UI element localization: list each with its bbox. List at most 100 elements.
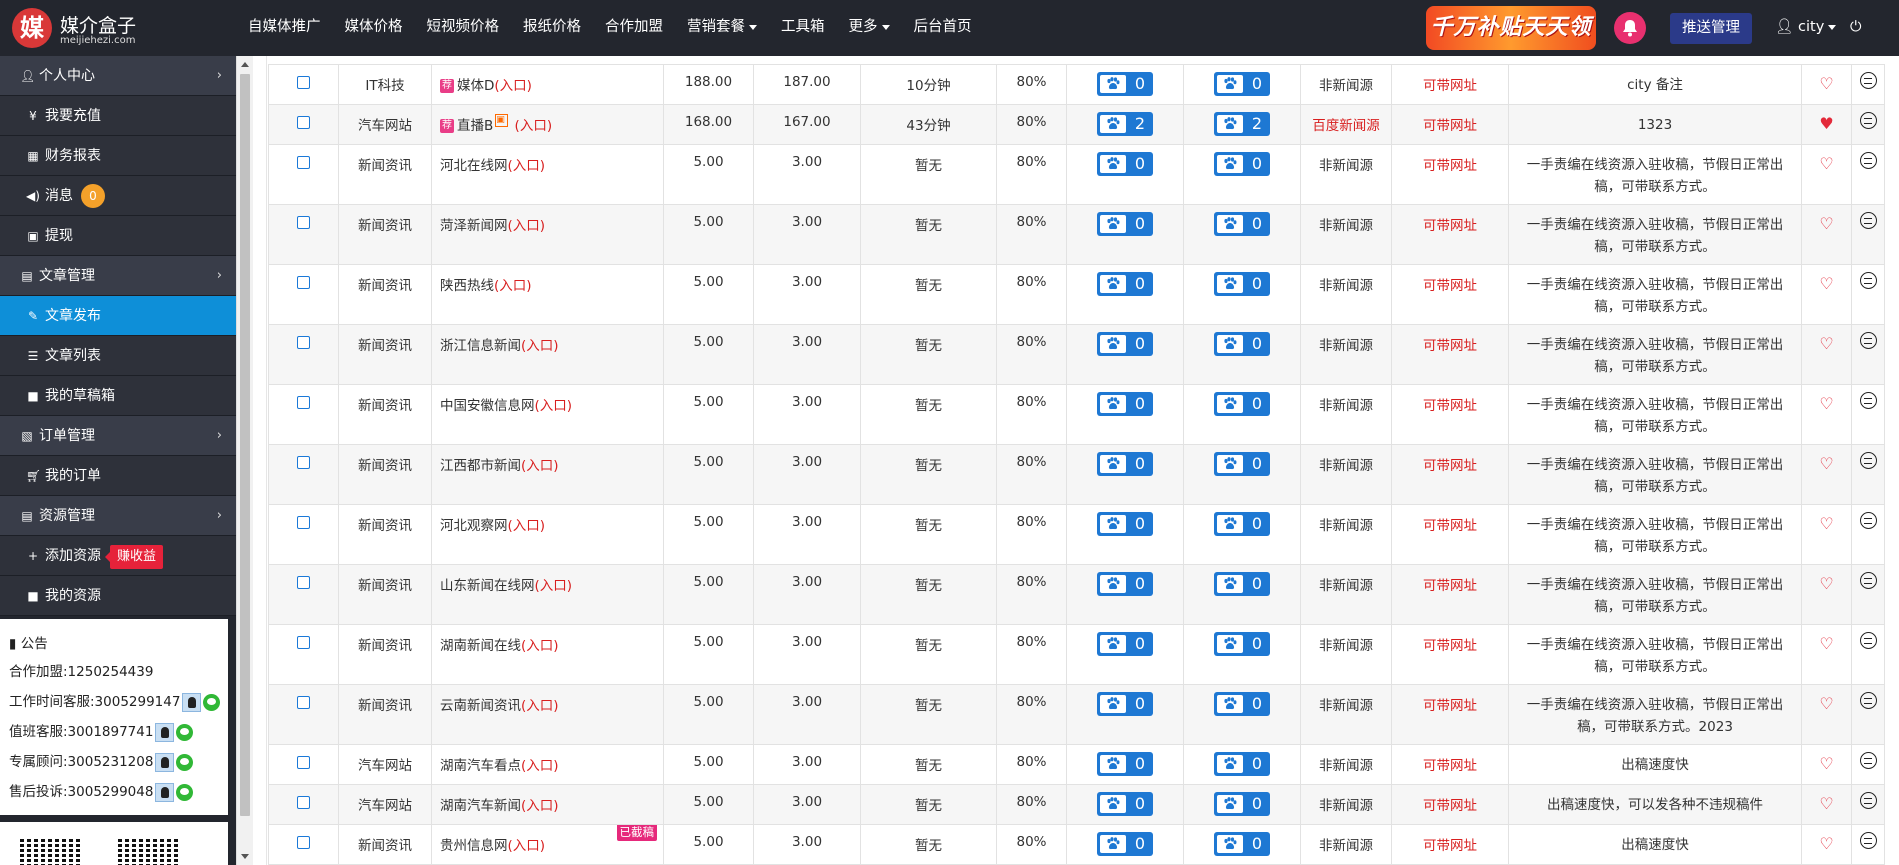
preview-icon[interactable]: [1859, 392, 1877, 409]
entry-link[interactable]: (入口): [510, 118, 553, 134]
preview-icon[interactable]: [1859, 72, 1877, 89]
scroll-up-icon[interactable]: [241, 62, 249, 67]
scrollbar-thumb[interactable]: [240, 74, 250, 816]
media-name[interactable]: 河北在线网: [440, 158, 508, 174]
row-checkbox[interactable]: [297, 75, 310, 89]
preview-icon[interactable]: [1859, 152, 1877, 169]
sidebar-item-4-1[interactable]: + 添加资源 赚收益: [0, 536, 236, 576]
nav-item-6[interactable]: 营销套餐: [675, 0, 769, 56]
entry-link[interactable]: (入口): [535, 398, 573, 414]
heart-icon[interactable]: ♡: [1819, 694, 1833, 713]
sidebar-scrollbar[interactable]: [236, 56, 253, 865]
media-name[interactable]: 菏泽新闻网: [440, 218, 508, 234]
nav-item-9[interactable]: 后台首页: [902, 0, 984, 56]
row-checkbox[interactable]: [297, 115, 310, 129]
row-checkbox[interactable]: [297, 515, 310, 529]
entry-link[interactable]: (入口): [521, 338, 559, 354]
entry-link[interactable]: (入口): [508, 518, 546, 534]
entry-link[interactable]: (入口): [508, 158, 546, 174]
media-name[interactable]: 山东新闻在线网: [440, 578, 535, 594]
entry-link[interactable]: (入口): [521, 458, 559, 474]
sidebar-item-1-2[interactable]: ▦ 财务报表: [0, 136, 236, 176]
media-name[interactable]: 河北观察网: [440, 518, 508, 534]
preview-icon[interactable]: [1859, 832, 1877, 849]
row-checkbox[interactable]: [297, 575, 310, 589]
heart-icon[interactable]: ♡: [1819, 834, 1833, 853]
wechat-icon[interactable]: [203, 693, 221, 711]
sidebar-item-4-2[interactable]: ■ 我的资源: [0, 576, 236, 616]
mobile-weight-badge[interactable]: 0: [1214, 632, 1270, 656]
heart-icon[interactable]: ♡: [1819, 334, 1833, 353]
row-checkbox[interactable]: [297, 155, 310, 169]
row-checkbox[interactable]: [297, 215, 310, 229]
row-checkbox[interactable]: [297, 635, 310, 649]
row-checkbox[interactable]: [297, 335, 310, 349]
wechat-icon[interactable]: [176, 723, 194, 741]
media-name[interactable]: 中国安徽信息网: [440, 398, 535, 414]
preview-icon[interactable]: [1859, 792, 1877, 809]
mobile-weight-badge[interactable]: 0: [1214, 752, 1270, 776]
wechat-icon[interactable]: [176, 753, 194, 771]
heart-icon[interactable]: ♡: [1819, 274, 1833, 293]
media-name[interactable]: 媒体D: [457, 78, 494, 94]
preview-icon[interactable]: [1859, 332, 1877, 349]
media-name[interactable]: 湖南新闻在线: [440, 638, 521, 654]
heart-icon[interactable]: ♡: [1819, 74, 1833, 93]
entry-link[interactable]: (入口): [521, 798, 559, 814]
baidu-weight-badge[interactable]: 0: [1097, 452, 1153, 476]
media-name[interactable]: 湖南汽车看点: [440, 758, 521, 774]
preview-icon[interactable]: [1859, 212, 1877, 229]
baidu-weight-badge[interactable]: 0: [1097, 512, 1153, 536]
preview-icon[interactable]: [1859, 112, 1877, 129]
entry-link[interactable]: (入口): [508, 218, 546, 234]
media-name[interactable]: 浙江信息新闻: [440, 338, 521, 354]
notification-bell-button[interactable]: [1614, 12, 1646, 44]
preview-icon[interactable]: [1859, 692, 1877, 709]
mobile-weight-badge[interactable]: 0: [1214, 152, 1270, 176]
mobile-weight-badge[interactable]: 0: [1214, 832, 1270, 856]
logout-button[interactable]: ⏻: [1850, 0, 1861, 56]
sidebar-item-2-3[interactable]: ■ 我的草稿箱: [0, 376, 236, 416]
entry-link[interactable]: (入口): [535, 578, 573, 594]
nav-item-7[interactable]: 工具箱: [769, 0, 837, 56]
nav-item-8[interactable]: 更多: [837, 0, 902, 56]
mobile-weight-badge[interactable]: 0: [1214, 272, 1270, 296]
media-name[interactable]: 江西都市新闻: [440, 458, 521, 474]
baidu-weight-badge[interactable]: 0: [1097, 72, 1153, 96]
baidu-weight-badge[interactable]: 0: [1097, 632, 1153, 656]
row-checkbox[interactable]: [297, 395, 310, 409]
sidebar-section-2[interactable]: ▤ 文章管理 ›: [0, 256, 236, 296]
mobile-weight-badge[interactable]: 0: [1214, 792, 1270, 816]
preview-icon[interactable]: [1859, 572, 1877, 589]
sidebar-item-1-3[interactable]: ◀) 消息 0: [0, 176, 236, 216]
entry-link[interactable]: (入口): [521, 758, 559, 774]
nav-item-3[interactable]: 短视频价格: [415, 0, 512, 56]
mobile-weight-badge[interactable]: 0: [1214, 212, 1270, 236]
heart-icon[interactable]: ♡: [1819, 394, 1833, 413]
logo[interactable]: 媒 媒介盒子 meijiehezi.com: [12, 8, 162, 48]
media-name[interactable]: 陕西热线: [440, 278, 494, 294]
row-checkbox[interactable]: [297, 275, 310, 289]
baidu-weight-badge[interactable]: 0: [1097, 272, 1153, 296]
heart-icon[interactable]: ♡: [1819, 214, 1833, 233]
mobile-weight-badge[interactable]: 0: [1214, 72, 1270, 96]
preview-icon[interactable]: [1859, 272, 1877, 289]
heart-icon[interactable]: ♡: [1819, 634, 1833, 653]
sidebar-item-2-1[interactable]: ✎ 文章发布: [0, 296, 236, 336]
baidu-weight-badge[interactable]: 0: [1097, 832, 1153, 856]
preview-icon[interactable]: [1859, 452, 1877, 469]
heart-icon[interactable]: ♡: [1819, 574, 1833, 593]
push-management-button[interactable]: 推送管理: [1670, 13, 1752, 44]
entry-link[interactable]: (入口): [521, 698, 559, 714]
baidu-weight-badge[interactable]: 0: [1097, 152, 1153, 176]
mobile-weight-badge[interactable]: 0: [1214, 512, 1270, 536]
row-checkbox[interactable]: [297, 795, 310, 809]
mobile-weight-badge[interactable]: 0: [1214, 392, 1270, 416]
entry-link[interactable]: (入口): [494, 78, 532, 94]
nav-item-1[interactable]: 自媒体推广: [236, 0, 333, 56]
qq-icon[interactable]: [155, 782, 175, 802]
preview-icon[interactable]: [1859, 512, 1877, 529]
media-name[interactable]: 直播B: [457, 118, 493, 134]
heart-icon[interactable]: ♥: [1819, 114, 1833, 133]
baidu-weight-badge[interactable]: 0: [1097, 392, 1153, 416]
